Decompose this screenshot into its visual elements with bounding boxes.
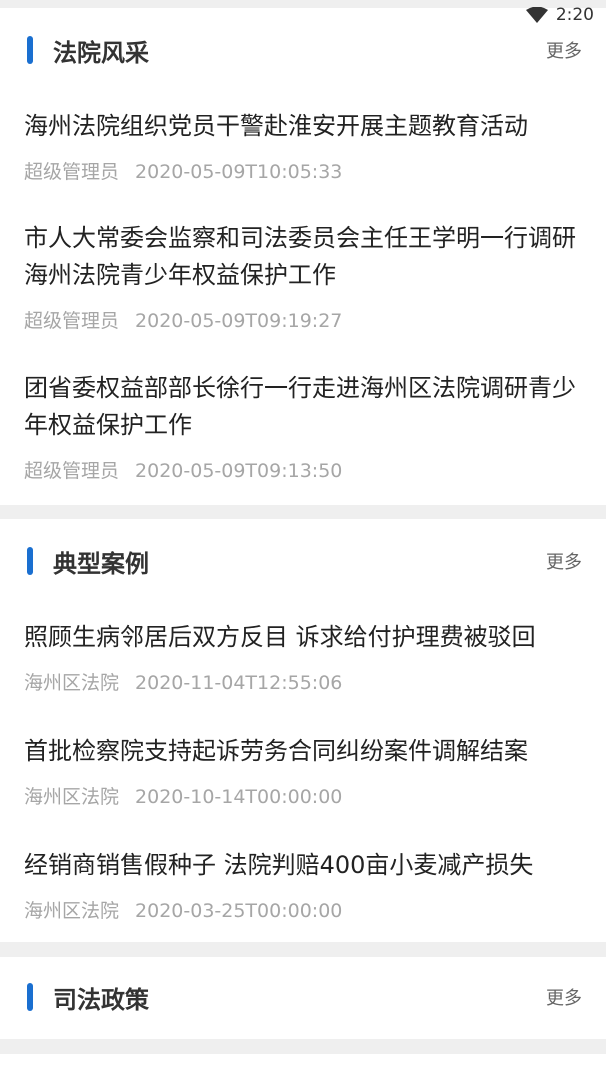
item-meta: 超级管理员 2020-05-09T09:13:50 xyxy=(24,456,584,483)
item-author: 超级管理员 xyxy=(24,460,120,482)
item-meta: 海州区法院 2020-03-25T00:00:00 xyxy=(24,896,584,923)
list-item[interactable]: 照顾生病邻居后双方反目 诉求给付护理费被驳回 海州区法院 2020-11-04T1… xyxy=(24,619,584,695)
section-accent-bar xyxy=(27,547,33,575)
section-title: 典型案例 xyxy=(53,549,149,578)
list-item[interactable]: 海州法院组织党员干警赴淮安开展主题教育活动 超级管理员 2020-05-09T10… xyxy=(24,108,584,184)
item-date: 2020-03-25T00:00:00 xyxy=(135,900,343,922)
section-card-court-style: 法院风采 更多 海州法院组织党员干警赴淮安开展主题教育活动 超级管理员 2020-… xyxy=(0,8,606,505)
item-meta: 海州区法院 2020-11-04T12:55:06 xyxy=(24,668,584,695)
item-date: 2020-10-14T00:00:00 xyxy=(135,786,343,808)
item-title: 团省委权益部部长徐行一行走进海州区法院调研青少年权益保护工作 xyxy=(24,374,576,439)
section-card-next xyxy=(0,1054,606,1080)
list-item[interactable]: 团省委权益部部长徐行一行走进海州区法院调研青少年权益保护工作 超级管理员 2020… xyxy=(24,370,584,483)
wifi-icon xyxy=(525,7,548,23)
more-link[interactable]: 更多 xyxy=(546,984,582,1010)
item-date: 2020-05-09T09:19:27 xyxy=(135,310,343,332)
item-author: 海州区法院 xyxy=(24,900,120,922)
more-link[interactable]: 更多 xyxy=(546,548,582,574)
item-title: 照顾生病邻居后双方反目 诉求给付护理费被驳回 xyxy=(24,623,536,651)
item-author: 超级管理员 xyxy=(24,310,120,332)
section-accent-bar xyxy=(27,36,33,64)
section-card-judicial-policy: 司法政策 更多 xyxy=(0,957,606,1039)
item-author: 海州区法院 xyxy=(24,672,120,694)
item-author: 海州区法院 xyxy=(24,786,120,808)
item-date: 2020-05-09T09:13:50 xyxy=(135,460,343,482)
list-item[interactable]: 经销商销售假种子 法院判赔400亩小麦减产损失 海州区法院 2020-03-25T… xyxy=(24,847,584,923)
item-author: 超级管理员 xyxy=(24,161,120,183)
list-item[interactable]: 市人大常委会监察和司法委员会主任王学明一行调研海州法院青少年权益保护工作 超级管… xyxy=(24,220,584,333)
item-date: 2020-11-04T12:55:06 xyxy=(135,672,343,694)
item-title: 首批检察院支持起诉劳务合同纠纷案件调解结案 xyxy=(24,737,528,765)
item-date: 2020-05-09T10:05:33 xyxy=(135,161,343,183)
status-bar: 2:20 xyxy=(0,0,606,30)
list-item[interactable]: 首批检察院支持起诉劳务合同纠纷案件调解结案 海州区法院 2020-10-14T00… xyxy=(24,733,584,809)
section-header: 典型案例 更多 xyxy=(0,521,606,601)
item-title: 经销商销售假种子 法院判赔400亩小麦减产损失 xyxy=(24,851,534,879)
home-feed[interactable]: 法院风采 更多 海州法院组织党员干警赴淮安开展主题教育活动 超级管理员 2020-… xyxy=(0,0,606,1080)
status-time: 2:20 xyxy=(555,5,594,25)
item-meta: 超级管理员 2020-05-09T10:05:33 xyxy=(24,157,584,184)
section-accent-bar xyxy=(27,983,33,1011)
section-title: 法院风采 xyxy=(53,38,149,67)
item-title: 海州法院组织党员干警赴淮安开展主题教育活动 xyxy=(24,112,528,140)
item-title: 市人大常委会监察和司法委员会主任王学明一行调研海州法院青少年权益保护工作 xyxy=(24,224,576,289)
section-card-typical-cases: 典型案例 更多 照顾生病邻居后双方反目 诉求给付护理费被驳回 海州区法院 2020… xyxy=(0,519,606,942)
section-header: 司法政策 更多 xyxy=(0,957,606,1037)
item-meta: 海州区法院 2020-10-14T00:00:00 xyxy=(24,782,584,809)
more-link[interactable]: 更多 xyxy=(546,37,582,63)
item-meta: 超级管理员 2020-05-09T09:19:27 xyxy=(24,306,584,333)
section-title: 司法政策 xyxy=(53,985,149,1014)
